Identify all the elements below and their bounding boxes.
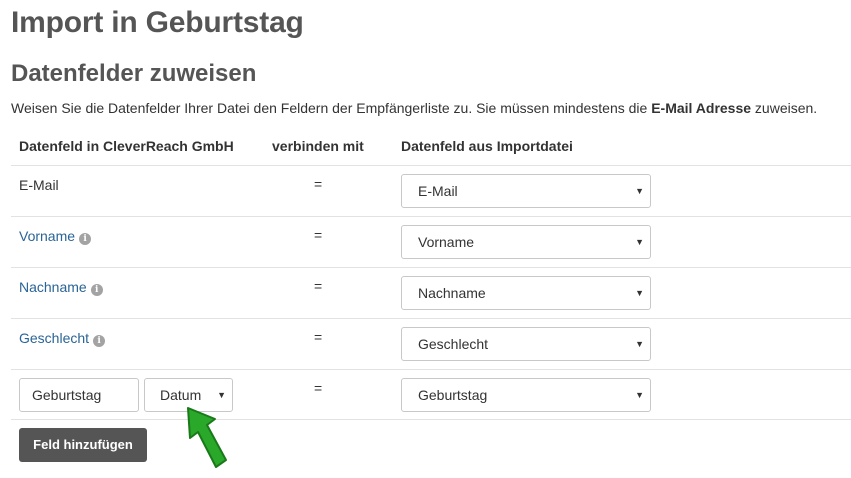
import-field-select-vorname[interactable]: Vorname ▼ bbox=[401, 225, 651, 259]
caret-down-icon: ▼ bbox=[635, 339, 644, 349]
caret-down-icon: ▼ bbox=[635, 186, 644, 196]
import-field-select-geburtstag[interactable]: Geburtstag ▼ bbox=[401, 378, 651, 412]
green-arrow-icon bbox=[187, 407, 227, 468]
table-row: Vorname i = Vorname ▼ bbox=[11, 216, 851, 267]
table-row: Geburtstag Datum ▼ = Geburtstag ▼ bbox=[11, 369, 851, 420]
info-circle-icon[interactable]: i bbox=[79, 233, 92, 245]
select-value: Vorname bbox=[418, 234, 475, 250]
equals-sign: = bbox=[314, 380, 323, 396]
caret-down-icon: ▼ bbox=[635, 390, 644, 400]
select-value: Geburtstag bbox=[418, 387, 488, 403]
caret-down-icon: ▼ bbox=[635, 237, 644, 247]
select-value: Nachname bbox=[418, 285, 486, 301]
import-field-select-nachname[interactable]: Nachname ▼ bbox=[401, 276, 651, 310]
intro-text-before: Weisen Sie die Datenfelder Ihrer Datei d… bbox=[11, 100, 652, 116]
info-circle-icon[interactable]: i bbox=[90, 284, 103, 296]
field-label-text[interactable]: Vorname bbox=[19, 228, 75, 244]
field-label-text[interactable]: Nachname bbox=[19, 279, 87, 295]
field-label-email: E-Mail bbox=[19, 177, 59, 193]
select-value: Geschlecht bbox=[418, 336, 489, 352]
table-row: E-Mail = E-Mail ▼ bbox=[11, 165, 851, 216]
equals-sign: = bbox=[314, 278, 323, 294]
select-value: Datum bbox=[160, 387, 202, 403]
import-field-select-geschlecht[interactable]: Geschlecht ▼ bbox=[401, 327, 651, 361]
caret-down-icon: ▼ bbox=[635, 288, 644, 298]
add-field-button[interactable]: Feld hinzufügen bbox=[19, 428, 147, 462]
header-connect: verbinden mit bbox=[272, 138, 364, 154]
field-mapping-table: Datenfeld in CleverReach GmbH verbinden … bbox=[11, 128, 851, 420]
equals-sign: = bbox=[314, 176, 323, 192]
caret-down-icon: ▼ bbox=[217, 390, 226, 400]
field-label-geschlecht[interactable]: Geschlecht i bbox=[19, 330, 106, 347]
equals-sign: = bbox=[314, 329, 323, 345]
table-row: Geschlecht i = Geschlecht ▼ bbox=[11, 318, 851, 369]
section-title: Datenfelder zuweisen bbox=[11, 60, 257, 87]
field-label-text[interactable]: Geschlecht bbox=[19, 330, 89, 346]
table-header: Datenfeld in CleverReach GmbH verbinden … bbox=[11, 128, 851, 165]
header-crm-field: Datenfeld in CleverReach GmbH bbox=[19, 138, 234, 154]
intro-text-after: zuweisen. bbox=[751, 100, 818, 116]
table-row: Nachname i = Nachname ▼ bbox=[11, 267, 851, 318]
field-label-nachname[interactable]: Nachname i bbox=[19, 279, 103, 296]
intro-text: Weisen Sie die Datenfelder Ihrer Datei d… bbox=[11, 100, 817, 116]
new-field-name-input[interactable]: Geburtstag bbox=[19, 378, 139, 412]
page-title: Import in Geburtstag bbox=[11, 6, 304, 39]
import-field-select-email[interactable]: E-Mail ▼ bbox=[401, 174, 651, 208]
select-value: E-Mail bbox=[418, 183, 458, 199]
equals-sign: = bbox=[314, 227, 323, 243]
header-import-field: Datenfeld aus Importdatei bbox=[401, 138, 573, 154]
intro-bold: E-Mail Adresse bbox=[651, 100, 752, 116]
input-value: Geburtstag bbox=[32, 387, 102, 403]
info-circle-icon[interactable]: i bbox=[93, 335, 106, 347]
field-label-vorname[interactable]: Vorname i bbox=[19, 228, 92, 245]
